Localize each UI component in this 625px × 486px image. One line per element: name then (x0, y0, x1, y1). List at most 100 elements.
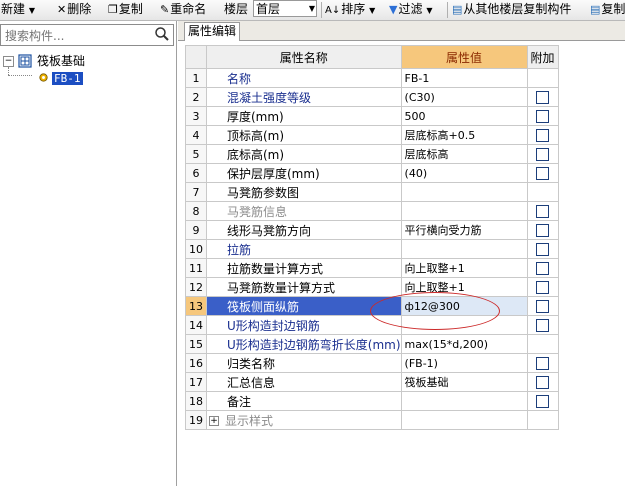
search-icon[interactable] (154, 26, 170, 42)
property-value[interactable]: max(15*d,200) (400, 334, 528, 354)
property-value[interactable]: 向上取整+1 (400, 258, 528, 278)
tree-node-raft-foundation[interactable]: − 筏板基础 (0, 53, 176, 69)
table-row[interactable]: 12 马凳筋数量计算方式 向上取整+1 (185, 277, 559, 297)
extra-checkbox[interactable] (536, 281, 550, 294)
extra-checkbox[interactable] (536, 262, 550, 275)
property-name: 备注 (206, 391, 402, 411)
header-extra: 附加 (526, 45, 559, 69)
table-row[interactable]: 7 马凳筋参数图 (185, 182, 559, 202)
search-input[interactable] (3, 26, 155, 46)
extra-cell (526, 334, 559, 354)
property-name: + 显示样式 (206, 410, 402, 430)
extra-checkbox[interactable] (536, 395, 550, 408)
floor-label: 楼层 (224, 2, 249, 16)
property-value[interactable]: 层底标高+0.5 (400, 125, 528, 145)
tree-node-fb1[interactable]: FB-1 (38, 70, 83, 86)
property-value[interactable] (400, 410, 528, 430)
table-row[interactable]: 16 归类名称 (FB-1) (185, 353, 559, 373)
property-value[interactable]: 层底标高 (400, 144, 528, 164)
chevron-down-icon: ▼ (426, 6, 433, 15)
property-table: 属性名称 属性值 附加 1 名称 FB-1 2 混凝土强度等级 (C30) 3 厚度(mm) 5… (185, 45, 559, 430)
filter-label: 过滤 (398, 2, 423, 16)
delete-icon: ✕ (57, 3, 67, 16)
property-name-text: 汇总信息 (227, 375, 276, 390)
property-name-text: 拉筋 (227, 242, 252, 257)
table-row[interactable]: 3 厚度(mm) 500 (185, 106, 559, 126)
property-value[interactable] (400, 315, 528, 335)
extra-checkbox[interactable] (536, 376, 550, 389)
copy-to-button[interactable]: ▤复制 (590, 0, 625, 20)
table-row[interactable]: 13 筏板侧面纵筋 ф12@300 (185, 296, 559, 316)
component-tree-pane: − 筏板基础 FB-1 (0, 21, 177, 486)
property-name-text: 名称 (227, 71, 252, 86)
rename-button[interactable]: ✎重命名 (160, 0, 206, 20)
property-value[interactable] (400, 391, 528, 411)
table-row[interactable]: 18 备注 (185, 391, 559, 411)
property-value[interactable]: (FB-1) (400, 353, 528, 373)
table-row[interactable]: 2 混凝土强度等级 (C30) (185, 87, 559, 107)
property-value[interactable] (400, 182, 528, 202)
sort-button[interactable]: A↓排序 ▼ (325, 0, 375, 20)
property-name-text: 拉筋数量计算方式 (227, 261, 324, 276)
extra-cell (526, 182, 559, 202)
property-value[interactable]: (40) (400, 163, 528, 183)
property-name-text: 底标高(m) (227, 147, 285, 162)
table-row[interactable]: 6 保护层厚度(mm) (40) (185, 163, 559, 183)
table-row[interactable]: 19 + 显示样式 (185, 410, 559, 430)
floor-select[interactable]: 首层 ▼ (253, 0, 317, 17)
row-number: 1 (185, 68, 207, 88)
copy-from-floor-button[interactable]: ▤从其他楼层复制构件 (452, 0, 571, 20)
collapse-icon[interactable]: − (3, 56, 14, 67)
property-value[interactable] (400, 201, 528, 221)
tab-bar: 属性编辑 (178, 21, 625, 41)
table-row[interactable]: 17 汇总信息 筏板基础 (185, 372, 559, 392)
rename-label: 重命名 (170, 2, 207, 16)
extra-checkbox[interactable] (536, 243, 550, 256)
property-value[interactable]: 平行横向受力筋 (400, 220, 528, 240)
property-name-text: 马凳筋数量计算方式 (227, 280, 336, 295)
table-row[interactable]: 9 线形马凳筋方向 平行横向受力筋 (185, 220, 559, 240)
table-row[interactable]: 4 顶标高(m) 层底标高+0.5 (185, 125, 559, 145)
header-name: 属性名称 (206, 45, 402, 69)
table-row[interactable]: 14 U形构造封边钢筋 (185, 315, 559, 335)
property-value[interactable]: 筏板基础 (400, 372, 528, 392)
table-row[interactable]: 10 拉筋 (185, 239, 559, 259)
property-name: 名称 (206, 68, 402, 88)
table-row[interactable]: 5 底标高(m) 层底标高 (185, 144, 559, 164)
property-name: 拉筋 (206, 239, 402, 259)
extra-checkbox[interactable] (536, 224, 550, 237)
table-row[interactable]: 8 马凳筋信息 (185, 201, 559, 221)
table-row[interactable]: 15 U形构造封边钢筋弯折长度(mm) max(15*d,200) (185, 334, 559, 354)
extra-checkbox[interactable] (536, 129, 550, 142)
extra-checkbox[interactable] (536, 167, 550, 180)
table-row[interactable]: 11 拉筋数量计算方式 向上取整+1 (185, 258, 559, 278)
property-value[interactable]: (C30) (400, 87, 528, 107)
property-name: 厚度(mm) (206, 106, 402, 126)
row-number: 14 (185, 315, 207, 335)
toolbar-divider (321, 2, 322, 18)
copy-icon: ❐ (108, 3, 118, 16)
tab-property-edit[interactable]: 属性编辑 (184, 22, 241, 41)
extra-checkbox[interactable] (536, 319, 550, 332)
expand-icon[interactable]: + (209, 416, 219, 426)
delete-button[interactable]: ✕删除 (57, 0, 91, 20)
table-row[interactable]: 1 名称 FB-1 (185, 68, 559, 88)
row-number: 11 (185, 258, 207, 278)
property-value[interactable]: ф12@300 (400, 296, 528, 316)
filter-button[interactable]: ▼过滤 ▼ (389, 0, 432, 20)
property-value[interactable]: 500 (400, 106, 528, 126)
extra-checkbox[interactable] (536, 205, 550, 218)
property-value[interactable]: 向上取整+1 (400, 277, 528, 297)
row-number: 4 (185, 125, 207, 145)
extra-checkbox[interactable] (536, 357, 550, 370)
header-value: 属性值 (400, 45, 528, 69)
extra-checkbox[interactable] (536, 110, 550, 123)
property-value[interactable] (400, 239, 528, 259)
property-value[interactable]: FB-1 (400, 68, 528, 88)
extra-checkbox[interactable] (536, 148, 550, 161)
extra-checkbox[interactable] (536, 300, 550, 313)
new-button[interactable]: 新建 ▼ (0, 0, 35, 20)
filter-icon: ▼ (389, 3, 398, 16)
extra-checkbox[interactable] (536, 91, 550, 104)
copy-button[interactable]: ❐复制 (108, 0, 143, 20)
